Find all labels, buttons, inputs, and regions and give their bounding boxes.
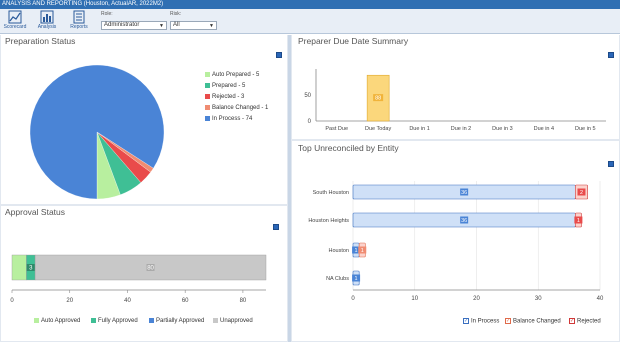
category-label: Due Today	[365, 126, 391, 132]
unreconciled-panel: Top Unreconciled by Entity 0 10 20 30 40 Sout…	[292, 141, 619, 341]
legend-swatch	[205, 83, 210, 88]
legend-swatch	[91, 318, 96, 323]
data-label: 80	[147, 266, 154, 272]
category-label: Past Due	[325, 126, 348, 132]
tick-label: 60	[182, 298, 189, 304]
legend-label: Balance Changed	[513, 318, 561, 325]
legend-item[interactable]: In Process - 74	[205, 116, 252, 122]
scorecard-button[interactable]: Scorecard	[3, 10, 27, 34]
reports-button[interactable]: Reports	[67, 10, 91, 34]
legend-swatch	[205, 94, 210, 99]
legend-item[interactable]: Auto Prepared - 5	[205, 72, 259, 78]
due-date-bar-chart: 0 50 Past Due Due Today 88 Due in 1 Due in 2 Du…	[304, 69, 606, 132]
category-label: Due in 3	[492, 126, 513, 132]
legend-item[interactable]: ✓ Rejected	[569, 318, 601, 325]
legend-swatch	[205, 116, 210, 121]
category-label: Houston Heights	[308, 218, 349, 224]
category-label: Due in 4	[534, 126, 555, 132]
risk-value: All	[173, 22, 180, 28]
tick-label: 0	[10, 298, 14, 304]
checkbox-icon: ✓	[463, 318, 469, 324]
checkbox-icon: ✓	[569, 318, 575, 324]
reports-icon	[73, 10, 85, 24]
legend-label: Fully Approved	[98, 318, 138, 325]
tick-label: 30	[535, 296, 542, 302]
role-select[interactable]: Administrator ▼	[101, 21, 167, 30]
category-label: NA Clubs	[326, 276, 349, 282]
tick-label: 20	[473, 296, 480, 302]
legend-item[interactable]: Rejected - 3	[205, 94, 244, 100]
preparation-status-panel: Preparation Status Auto Prepared - 5 Prep…	[1, 35, 287, 204]
tick-label: 50	[304, 93, 311, 99]
legend-swatch	[205, 105, 210, 110]
legend-swatch	[213, 318, 218, 323]
data-label: 36	[461, 190, 467, 196]
tick-label: 20	[66, 298, 73, 304]
unreconciled-bar-chart: 0 10 20 30 40 South Houston 36 2 Houston Heights…	[308, 181, 604, 302]
legend-label: In Process - 74	[212, 116, 253, 123]
legend-swatch	[149, 318, 154, 323]
data-label: 1	[355, 248, 358, 254]
chevron-down-icon: ▼	[209, 23, 214, 29]
analysis-label: Analysis	[37, 24, 57, 30]
data-label: 2	[580, 190, 583, 196]
approval-status-panel: Approval Status 3 80 0 20 40 60 80 Auto Approv…	[1, 206, 287, 341]
legend-swatch	[34, 318, 39, 323]
legend-label: Prepared - 5	[212, 83, 246, 90]
window-title: ANALYSIS AND REPORTING (Houston, ActualA…	[0, 0, 620, 9]
chevron-down-icon: ▼	[159, 23, 164, 29]
tick-label: 80	[240, 298, 247, 304]
tick-label: 0	[351, 296, 355, 302]
risk-label: Risk:	[170, 11, 182, 17]
legend-label: In Process	[471, 318, 500, 325]
legend-item[interactable]: Fully Approved	[91, 318, 138, 324]
legend-item[interactable]: ✓ Balance Changed	[505, 318, 561, 325]
analysis-icon	[40, 10, 54, 24]
data-label: 1	[355, 276, 358, 282]
legend-label: Rejected - 3	[212, 94, 245, 101]
category-label: Due in 2	[451, 126, 472, 132]
due-date-panel: Preparer Due Date Summary 0 50 Past Due Due…	[292, 35, 619, 139]
legend-item[interactable]: Balance Changed - 1	[205, 105, 268, 111]
risk-select[interactable]: All ▼	[170, 21, 217, 30]
data-label: 88	[375, 96, 381, 102]
category-label: Due in 1	[409, 126, 430, 132]
category-label: Houston	[329, 248, 350, 254]
tick-label: 40	[597, 296, 604, 302]
toolbar: Scorecard Analysis Reports Role: Adminis…	[0, 9, 620, 34]
role-label: Role:	[101, 11, 113, 17]
category-label: South Houston	[313, 190, 349, 196]
scorecard-label: Scorecard	[3, 24, 27, 30]
splitter[interactable]	[288, 35, 291, 342]
data-label: 1	[361, 248, 364, 254]
tick-label: 10	[411, 296, 418, 302]
data-label: 36	[461, 218, 467, 224]
legend-item[interactable]: Partially Approved	[149, 318, 204, 324]
analysis-button[interactable]: Analysis	[35, 10, 59, 34]
legend-swatch	[205, 72, 210, 77]
legend-label: Auto Approved	[41, 318, 81, 325]
checkbox-icon: ✓	[505, 318, 511, 324]
legend-label: Partially Approved	[156, 318, 205, 325]
legend-item[interactable]: ✓ In Process	[463, 318, 499, 325]
category-label: Due in 5	[575, 126, 596, 132]
reports-label: Reports	[70, 24, 88, 30]
legend-label: Rejected	[577, 318, 601, 325]
legend-label: Auto Prepared - 5	[212, 72, 260, 79]
data-label: 1	[577, 218, 580, 224]
legend-label: Balance Changed - 1	[212, 105, 269, 112]
legend-label: Unapproved	[220, 318, 253, 325]
tick-label: 0	[308, 119, 312, 125]
legend-item[interactable]: Auto Approved	[34, 318, 80, 324]
legend-item[interactable]: Unapproved	[213, 318, 253, 324]
bar-segment	[11, 254, 27, 281]
legend-item[interactable]: Prepared - 5	[205, 83, 245, 89]
role-value: Administrator	[104, 22, 140, 28]
tick-label: 40	[124, 298, 131, 304]
scorecard-icon	[8, 10, 22, 24]
